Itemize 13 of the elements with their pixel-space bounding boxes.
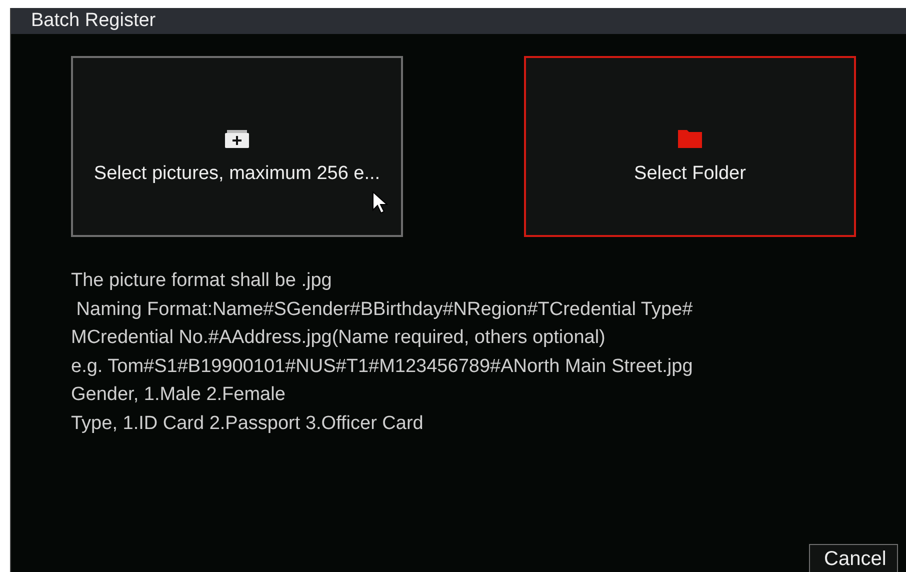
instruction-text: MCredential No.#AAddress.jpg(Name required, others optional)	[71, 326, 606, 350]
instruction-text: Type, 1.ID Card 2.Passport 3.Officer Card	[71, 412, 424, 436]
instruction-text: The picture format shall be .jpg	[71, 269, 333, 293]
instruction-text: Gender, 1.Male 2.Female	[71, 383, 286, 407]
window-title: Batch Register	[31, 9, 156, 33]
add-tray-icon	[224, 128, 250, 148]
instruction-text: Naming Format:Name#SGender#BBirthday#NRegion#TCredential Type#	[75, 298, 694, 322]
select-folder-button[interactable]: Select Folder	[524, 56, 856, 237]
cancel-button[interactable]: Cancel	[809, 544, 898, 572]
instruction-text: e.g. Tom#S1#B19900101#NUS#T1#M123456789#ANorth Main Street.jpg	[71, 354, 694, 378]
select-pictures-button[interactable]: Select pictures, maximum 256 e...	[71, 56, 403, 237]
mouse-pointer-icon	[372, 191, 388, 215]
folder-icon	[677, 128, 703, 148]
